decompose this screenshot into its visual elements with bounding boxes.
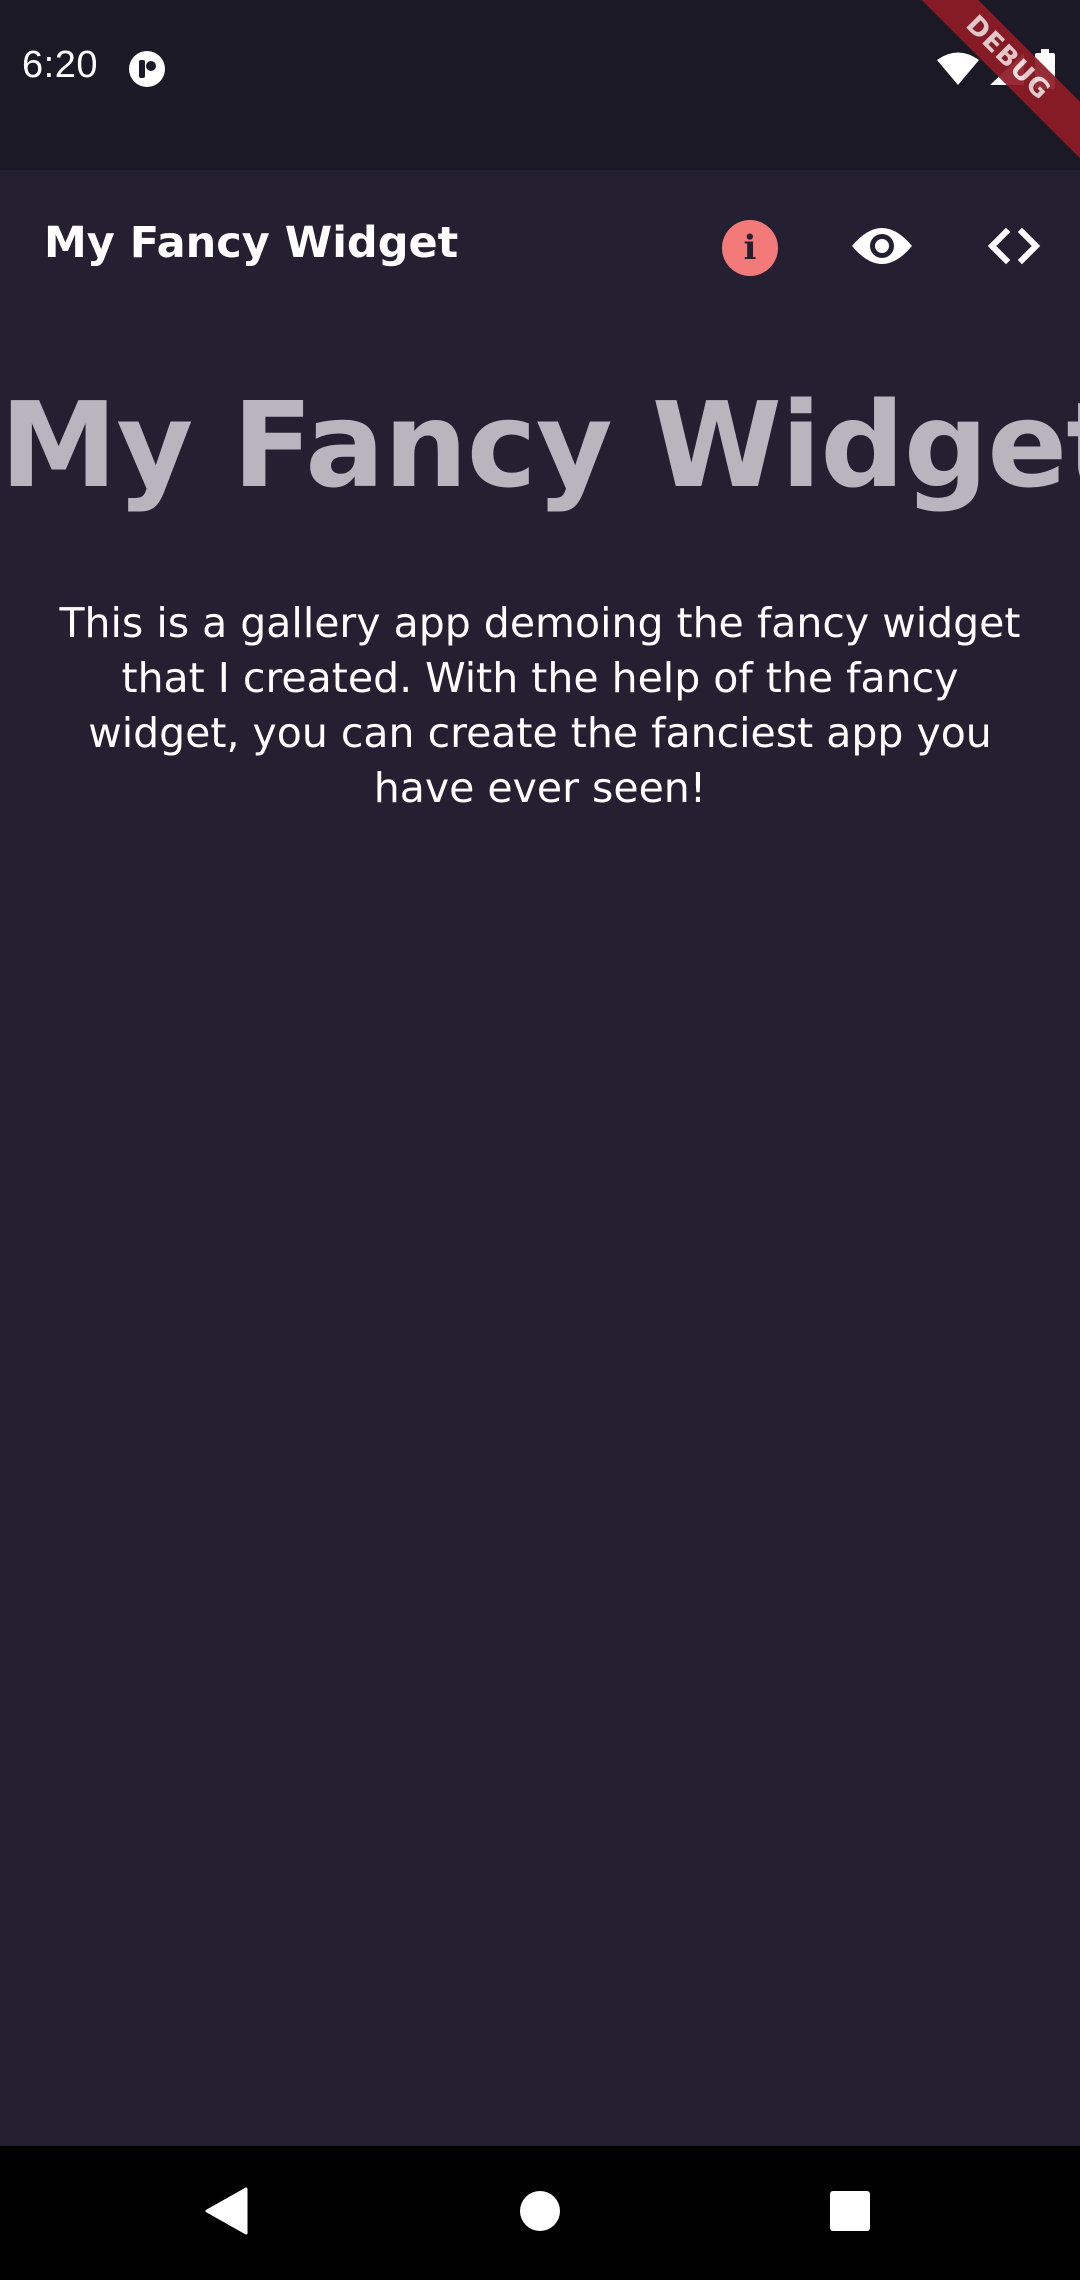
page-headline: My Fancy Widget [0, 376, 1080, 514]
page-description: This is a gallery app demoing the fancy … [59, 599, 1021, 812]
recents-icon [829, 2190, 871, 2236]
app-notification-icon [128, 50, 166, 88]
info-button[interactable]: i [700, 198, 800, 298]
wifi-icon [936, 51, 980, 87]
view-code-button[interactable] [964, 198, 1064, 298]
app-screen: 6:20 DEBUG My Fancy Widget i My Fancy Wi… [0, 0, 1080, 2280]
status-time: 6:20 [22, 44, 98, 86]
page-content: My Fancy Widget This is a gallery app de… [0, 326, 1080, 2146]
code-icon [984, 226, 1044, 270]
info-icon: i [722, 220, 778, 276]
status-bar: 6:20 DEBUG [0, 0, 1080, 170]
app-bar: My Fancy Widget i [0, 170, 1080, 326]
app-bar-title: My Fancy Widget [44, 218, 459, 268]
recents-button[interactable] [783, 2146, 917, 2280]
preview-button[interactable] [832, 198, 932, 298]
home-button[interactable] [473, 2146, 607, 2280]
back-button[interactable] [159, 2146, 293, 2280]
back-icon [204, 2186, 248, 2240]
home-icon [519, 2190, 561, 2236]
eye-icon [850, 224, 914, 272]
system-navigation-bar [0, 2146, 1080, 2280]
